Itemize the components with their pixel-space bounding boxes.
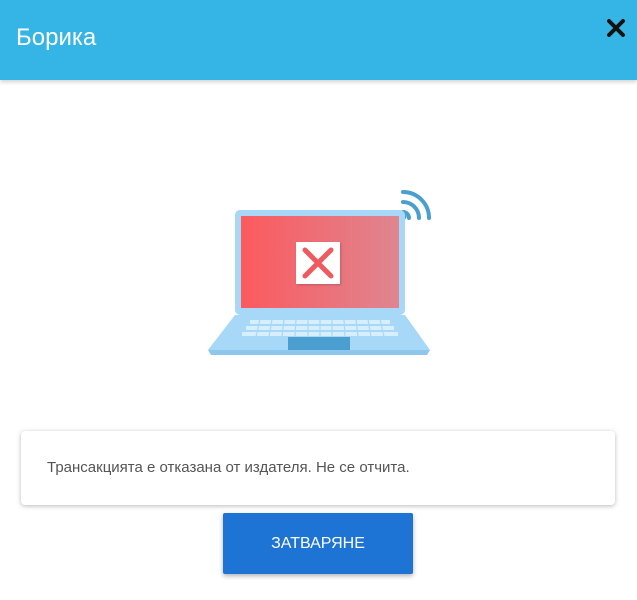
status-message: Трансакцията е отказана от издателя. Не …: [47, 459, 410, 476]
payment-dialog: Борика Трансакцията е отказана от издате…: [0, 0, 637, 600]
wifi-icon: [401, 190, 431, 220]
message-card: Трансакцията е отказана от издателя. Не …: [21, 431, 615, 505]
laptop-error-icon: [200, 182, 440, 362]
close-button[interactable]: ЗАТВАРЯНЕ: [223, 513, 413, 574]
dialog-title: Борика: [16, 24, 97, 51]
close-icon[interactable]: [606, 18, 626, 38]
dialog-header: Борика: [0, 0, 637, 80]
